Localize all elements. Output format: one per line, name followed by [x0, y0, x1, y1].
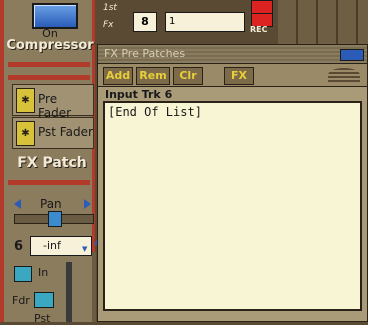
track-cells	[278, 0, 368, 45]
pan-label: Pan	[40, 197, 62, 211]
fx-icon: ✱	[16, 121, 35, 146]
divider	[8, 75, 90, 80]
fx-button[interactable]: FX	[224, 67, 254, 85]
window-titlebar[interactable]: FX Pre Patches	[98, 45, 367, 64]
compressor-label: Compressor	[6, 38, 94, 53]
channel-strip: On Compressor ✱ Pre Fader ✱ Pst Fader FX…	[0, 0, 99, 325]
input-toggle-button[interactable]	[14, 266, 32, 282]
divider	[8, 62, 90, 67]
pst-fader-label: Pst Fader	[38, 125, 93, 139]
toolbar: Add Rem Clr FX	[98, 64, 367, 87]
fx-icon: ✱	[16, 88, 35, 113]
track-label: 1st	[103, 3, 117, 13]
input-toggle-label: In	[38, 266, 49, 279]
pan-slider[interactable]	[14, 211, 94, 227]
divider	[8, 180, 90, 185]
fdr-label: Fdr	[12, 294, 30, 307]
pst-fader-button[interactable]: ✱ Pst Fader	[12, 117, 94, 149]
volume-fader-track[interactable]	[66, 262, 72, 322]
track-name-field[interactable]: 1	[165, 12, 245, 32]
pan-right-arrow-icon[interactable]	[84, 199, 91, 209]
decoration-icon	[328, 68, 360, 82]
track-number: 6	[14, 239, 24, 254]
window-title: FX Pre Patches	[104, 47, 186, 60]
fx-patch-button[interactable]: FX Patch	[12, 155, 92, 171]
track-number-field[interactable]: 8	[133, 12, 157, 32]
remove-button[interactable]: Rem	[136, 67, 170, 85]
pan-left-arrow-icon[interactable]	[14, 199, 21, 209]
fdr-button[interactable]	[34, 292, 54, 308]
pst-label: Pst	[34, 312, 51, 325]
fx-pre-patches-window: FX Pre Patches Add Rem Clr FX Input Trk …	[97, 44, 368, 322]
pre-fader-button[interactable]: ✱ Pre Fader	[12, 84, 94, 120]
volume-value: -inf	[43, 239, 61, 252]
pan-slider-handle[interactable]	[48, 211, 62, 227]
add-button[interactable]: Add	[103, 67, 133, 85]
compressor-on-button[interactable]	[32, 3, 78, 29]
close-icon[interactable]	[340, 49, 364, 61]
record-label: REC	[250, 25, 268, 34]
spinner-arrows-icon[interactable]: ▲▼	[82, 239, 99, 253]
patch-list[interactable]: [End Of List]	[103, 101, 362, 311]
clear-button[interactable]: Clr	[173, 67, 203, 85]
strip-scrollbar[interactable]	[92, 252, 96, 322]
track-label: Fx	[103, 20, 114, 30]
input-track-label: Input Trk 6	[105, 88, 173, 101]
pre-fader-label: Pre Fader	[38, 92, 72, 120]
list-item[interactable]: [End Of List]	[108, 105, 202, 119]
track-list: 1st Fx 8 1 REC	[95, 0, 368, 45]
volume-field[interactable]: -inf ▲▼	[30, 236, 99, 256]
record-button[interactable]	[251, 0, 273, 14]
